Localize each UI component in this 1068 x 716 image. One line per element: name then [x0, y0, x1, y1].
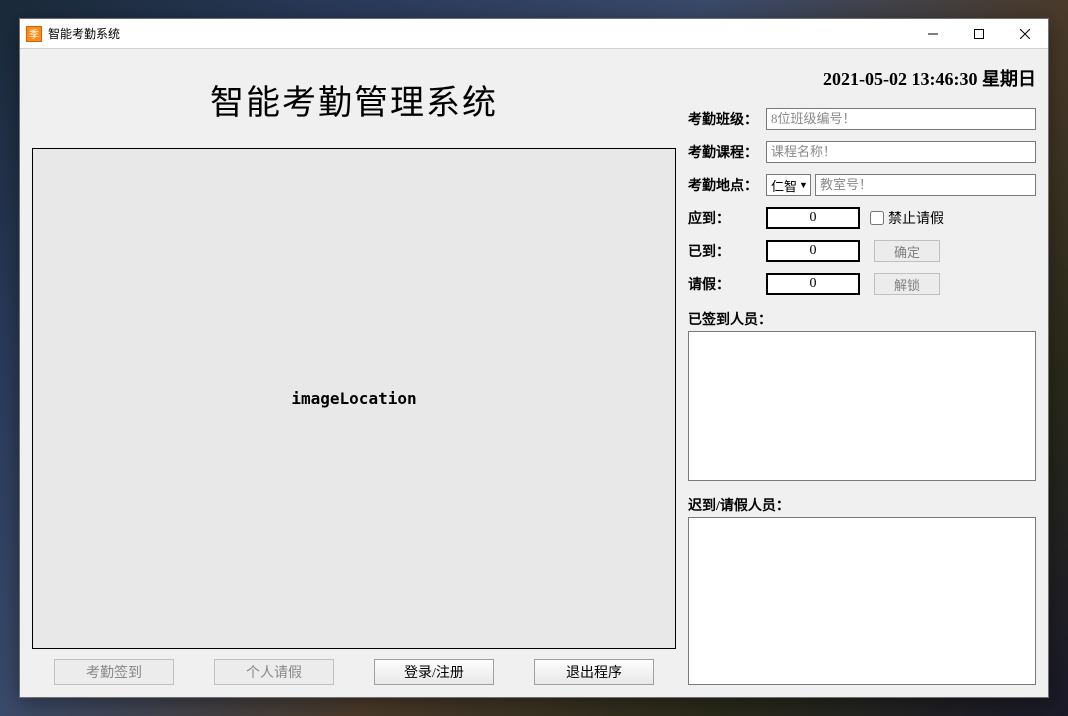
- maximize-button[interactable]: [956, 19, 1002, 48]
- chevron-down-icon: ▼: [799, 180, 808, 190]
- left-pane: 智能考勤管理系统 imageLocation 考勤签到 个人请假 登录/注册 退…: [32, 57, 676, 685]
- room-input[interactable]: [815, 174, 1036, 196]
- signin-button[interactable]: 考勤签到: [54, 659, 174, 685]
- building-selected-text: 仁智: [771, 176, 797, 195]
- forbid-leave-input[interactable]: [870, 211, 884, 225]
- arrived-value: 0: [766, 240, 860, 262]
- right-pane: 2021-05-02 13:46:30 星期日 考勤班级： 考勤课程： 考勤地点…: [688, 57, 1036, 685]
- minimize-icon: [928, 29, 938, 39]
- forbid-leave-checkbox[interactable]: 禁止请假: [870, 208, 944, 228]
- datetime-display: 2021-05-02 13:46:30 星期日: [688, 65, 1036, 91]
- location-label: 考勤地点：: [688, 175, 766, 195]
- course-input[interactable]: [766, 141, 1036, 163]
- unlock-button[interactable]: 解锁: [874, 273, 940, 295]
- signed-list[interactable]: [688, 331, 1036, 481]
- expected-label: 应到：: [688, 208, 766, 228]
- expected-value: 0: [766, 207, 860, 229]
- image-placeholder-text: imageLocation: [291, 389, 416, 408]
- maximize-icon: [974, 29, 984, 39]
- forbid-leave-label: 禁止请假: [888, 208, 944, 228]
- course-label: 考勤课程：: [688, 142, 766, 162]
- personal-leave-button[interactable]: 个人请假: [214, 659, 334, 685]
- camera-image-area: imageLocation: [32, 148, 676, 649]
- window-title: 智能考勤系统: [48, 25, 120, 42]
- client-area: 智能考勤管理系统 imageLocation 考勤签到 个人请假 登录/注册 退…: [20, 49, 1048, 697]
- late-leave-list[interactable]: [688, 517, 1036, 685]
- close-button[interactable]: [1002, 19, 1048, 48]
- signed-section-label: 已签到人员：: [688, 309, 1036, 329]
- app-icon: 季: [26, 26, 42, 42]
- confirm-button[interactable]: 确定: [874, 240, 940, 262]
- app-window: 季 智能考勤系统 智能考勤管理系统 imageLocation 考勤签到 个人请…: [19, 18, 1049, 698]
- arrived-label: 已到：: [688, 241, 766, 261]
- exit-button[interactable]: 退出程序: [534, 659, 654, 685]
- class-label: 考勤班级：: [688, 109, 766, 129]
- leave-value: 0: [766, 273, 860, 295]
- late-section-label: 迟到/请假人员：: [688, 495, 1036, 515]
- class-input[interactable]: [766, 108, 1036, 130]
- login-register-button[interactable]: 登录/注册: [374, 659, 494, 685]
- close-icon: [1020, 29, 1030, 39]
- page-title: 智能考勤管理系统: [32, 75, 676, 124]
- titlebar: 季 智能考勤系统: [20, 19, 1048, 49]
- leave-label: 请假：: [688, 274, 766, 294]
- building-select[interactable]: 仁智 ▼: [766, 174, 811, 196]
- minimize-button[interactable]: [910, 19, 956, 48]
